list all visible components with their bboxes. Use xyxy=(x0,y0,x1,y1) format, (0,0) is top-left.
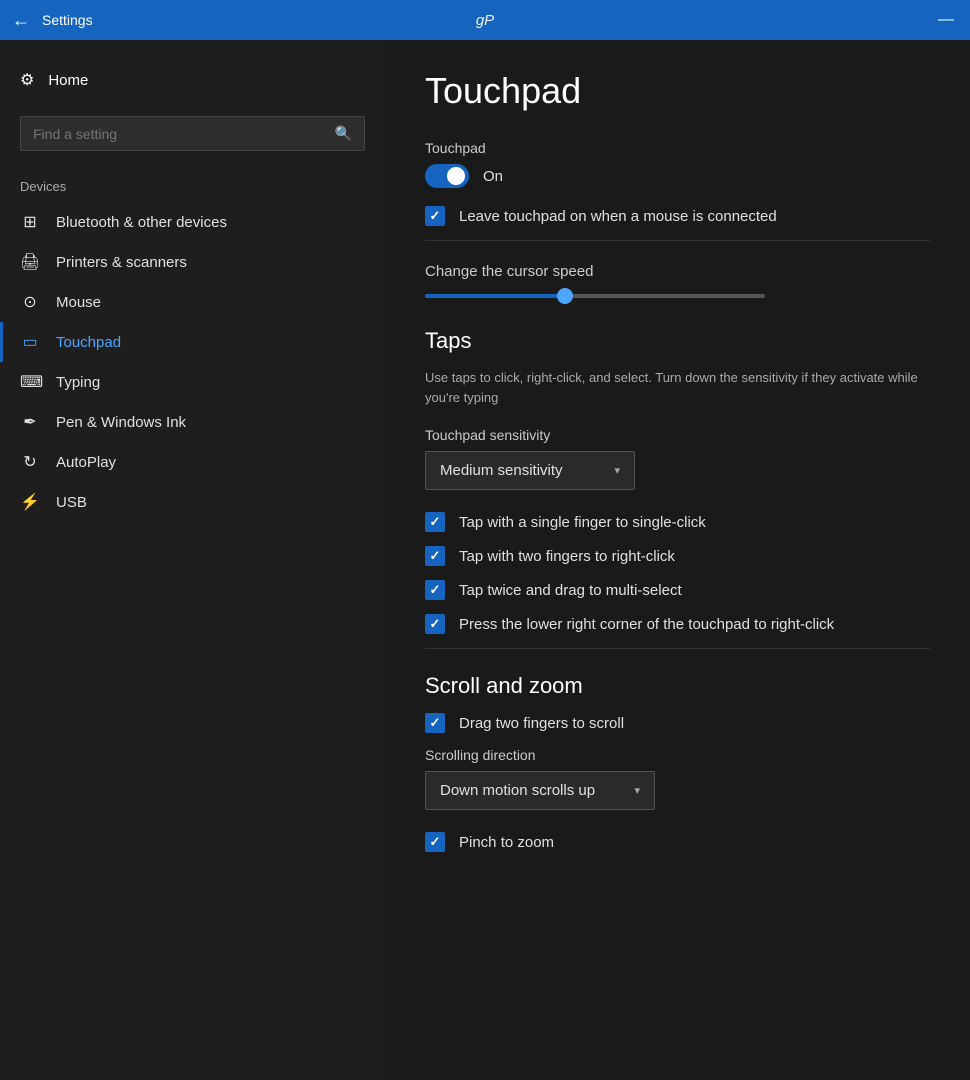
sidebar-item-printers[interactable]: 🖨 Printers & scanners xyxy=(0,242,385,282)
sidebar-item-pen[interactable]: ✒ Pen & Windows Ink xyxy=(0,402,385,442)
sensitivity-dropdown[interactable]: Medium sensitivity ▾ xyxy=(425,451,635,490)
pinch-zoom-row: Pinch to zoom xyxy=(425,832,930,852)
printer-icon: 🖨 xyxy=(20,252,40,272)
toggle-on-label: On xyxy=(483,168,503,185)
app-body: ⚙ Home 🔍 Devices ⊞ Bluetooth & other dev… xyxy=(0,40,970,1080)
scrolling-direction-dropdown[interactable]: Down motion scrolls up ▾ xyxy=(425,771,655,810)
scroll-zoom-heading: Scroll and zoom xyxy=(425,673,930,699)
sidebar-home-label: Home xyxy=(48,72,88,89)
two-finger-row: Tap with two fingers to right-click xyxy=(425,546,930,566)
autoplay-icon: ↻ xyxy=(20,452,40,472)
page-title: Touchpad xyxy=(425,70,930,112)
chevron-down-icon-2: ▾ xyxy=(634,784,640,797)
search-box[interactable]: 🔍 xyxy=(20,116,365,151)
home-icon: ⚙ xyxy=(20,70,34,90)
two-finger-label: Tap with two fingers to right-click xyxy=(459,548,675,565)
back-button[interactable]: ← xyxy=(12,10,30,31)
single-finger-row: Tap with a single finger to single-click xyxy=(425,512,930,532)
lower-right-label: Press the lower right corner of the touc… xyxy=(459,616,834,633)
scrolling-direction-label: Scrolling direction xyxy=(425,747,930,763)
mouse-icon: ⊙ xyxy=(20,292,40,312)
touchpad-section-label: Touchpad xyxy=(425,140,930,156)
sidebar-item-typing[interactable]: ⌨ Typing xyxy=(0,362,385,402)
cursor-speed-section: Change the cursor speed xyxy=(425,263,930,298)
sensitivity-value: Medium sensitivity xyxy=(440,462,563,479)
drag-two-fingers-row: Drag two fingers to scroll xyxy=(425,713,930,733)
typing-icon: ⌨ xyxy=(20,372,40,392)
taps-heading: Taps xyxy=(425,328,930,354)
pinch-zoom-checkbox[interactable] xyxy=(425,832,445,852)
cursor-speed-slider[interactable] xyxy=(425,294,765,298)
sensitivity-label: Touchpad sensitivity xyxy=(425,427,930,443)
bluetooth-icon: ⊞ xyxy=(20,212,40,232)
two-finger-checkbox[interactable] xyxy=(425,546,445,566)
sidebar-item-touchpad[interactable]: ▭ Touchpad xyxy=(0,322,385,362)
sidebar-item-autoplay[interactable]: ↻ AutoPlay xyxy=(0,442,385,482)
sidebar-item-usb[interactable]: ⚡ USB xyxy=(0,482,385,522)
drag-two-fingers-label: Drag two fingers to scroll xyxy=(459,715,624,732)
chevron-down-icon: ▾ xyxy=(614,464,620,477)
pinch-zoom-label: Pinch to zoom xyxy=(459,834,554,851)
cursor-speed-label: Change the cursor speed xyxy=(425,263,930,280)
sidebar-item-bluetooth[interactable]: ⊞ Bluetooth & other devices xyxy=(0,202,385,242)
drag-two-fingers-checkbox[interactable] xyxy=(425,713,445,733)
search-icon: 🔍 xyxy=(335,125,352,142)
titlebar: ← Settings gP — xyxy=(0,0,970,40)
toggle-knob xyxy=(447,167,465,185)
app-title: Settings xyxy=(42,12,93,28)
lower-right-row: Press the lower right corner of the touc… xyxy=(425,614,930,634)
usb-icon: ⚡ xyxy=(20,492,40,512)
sidebar: ⚙ Home 🔍 Devices ⊞ Bluetooth & other dev… xyxy=(0,40,385,1080)
divider-2 xyxy=(425,648,930,649)
devices-section-label: Devices xyxy=(0,167,385,202)
twice-drag-row: Tap twice and drag to multi-select xyxy=(425,580,930,600)
touchpad-toggle[interactable] xyxy=(425,164,469,188)
leave-touchpad-label: Leave touchpad on when a mouse is connec… xyxy=(459,208,777,225)
minimize-button[interactable]: — xyxy=(938,11,954,29)
content-area: Touchpad Touchpad On Leave touchpad on w… xyxy=(385,40,970,1080)
touchpad-icon: ▭ xyxy=(20,332,40,352)
lower-right-checkbox[interactable] xyxy=(425,614,445,634)
twice-drag-checkbox[interactable] xyxy=(425,580,445,600)
slider-thumb[interactable] xyxy=(557,288,573,304)
twice-drag-label: Tap twice and drag to multi-select xyxy=(459,582,682,599)
leave-touchpad-checkbox[interactable] xyxy=(425,206,445,226)
single-finger-checkbox[interactable] xyxy=(425,512,445,532)
sidebar-item-home[interactable]: ⚙ Home xyxy=(0,60,385,100)
brand-logo: gP xyxy=(476,12,494,29)
sidebar-item-mouse[interactable]: ⊙ Mouse xyxy=(0,282,385,322)
slider-fill xyxy=(425,294,565,298)
divider-1 xyxy=(425,240,930,241)
taps-description: Use taps to click, right-click, and sele… xyxy=(425,368,930,407)
pen-icon: ✒ xyxy=(20,412,40,432)
touchpad-toggle-row: On xyxy=(425,164,930,188)
search-input[interactable] xyxy=(33,126,335,142)
scrolling-direction-value: Down motion scrolls up xyxy=(440,782,595,799)
single-finger-label: Tap with a single finger to single-click xyxy=(459,514,706,531)
leave-touchpad-row: Leave touchpad on when a mouse is connec… xyxy=(425,206,930,226)
